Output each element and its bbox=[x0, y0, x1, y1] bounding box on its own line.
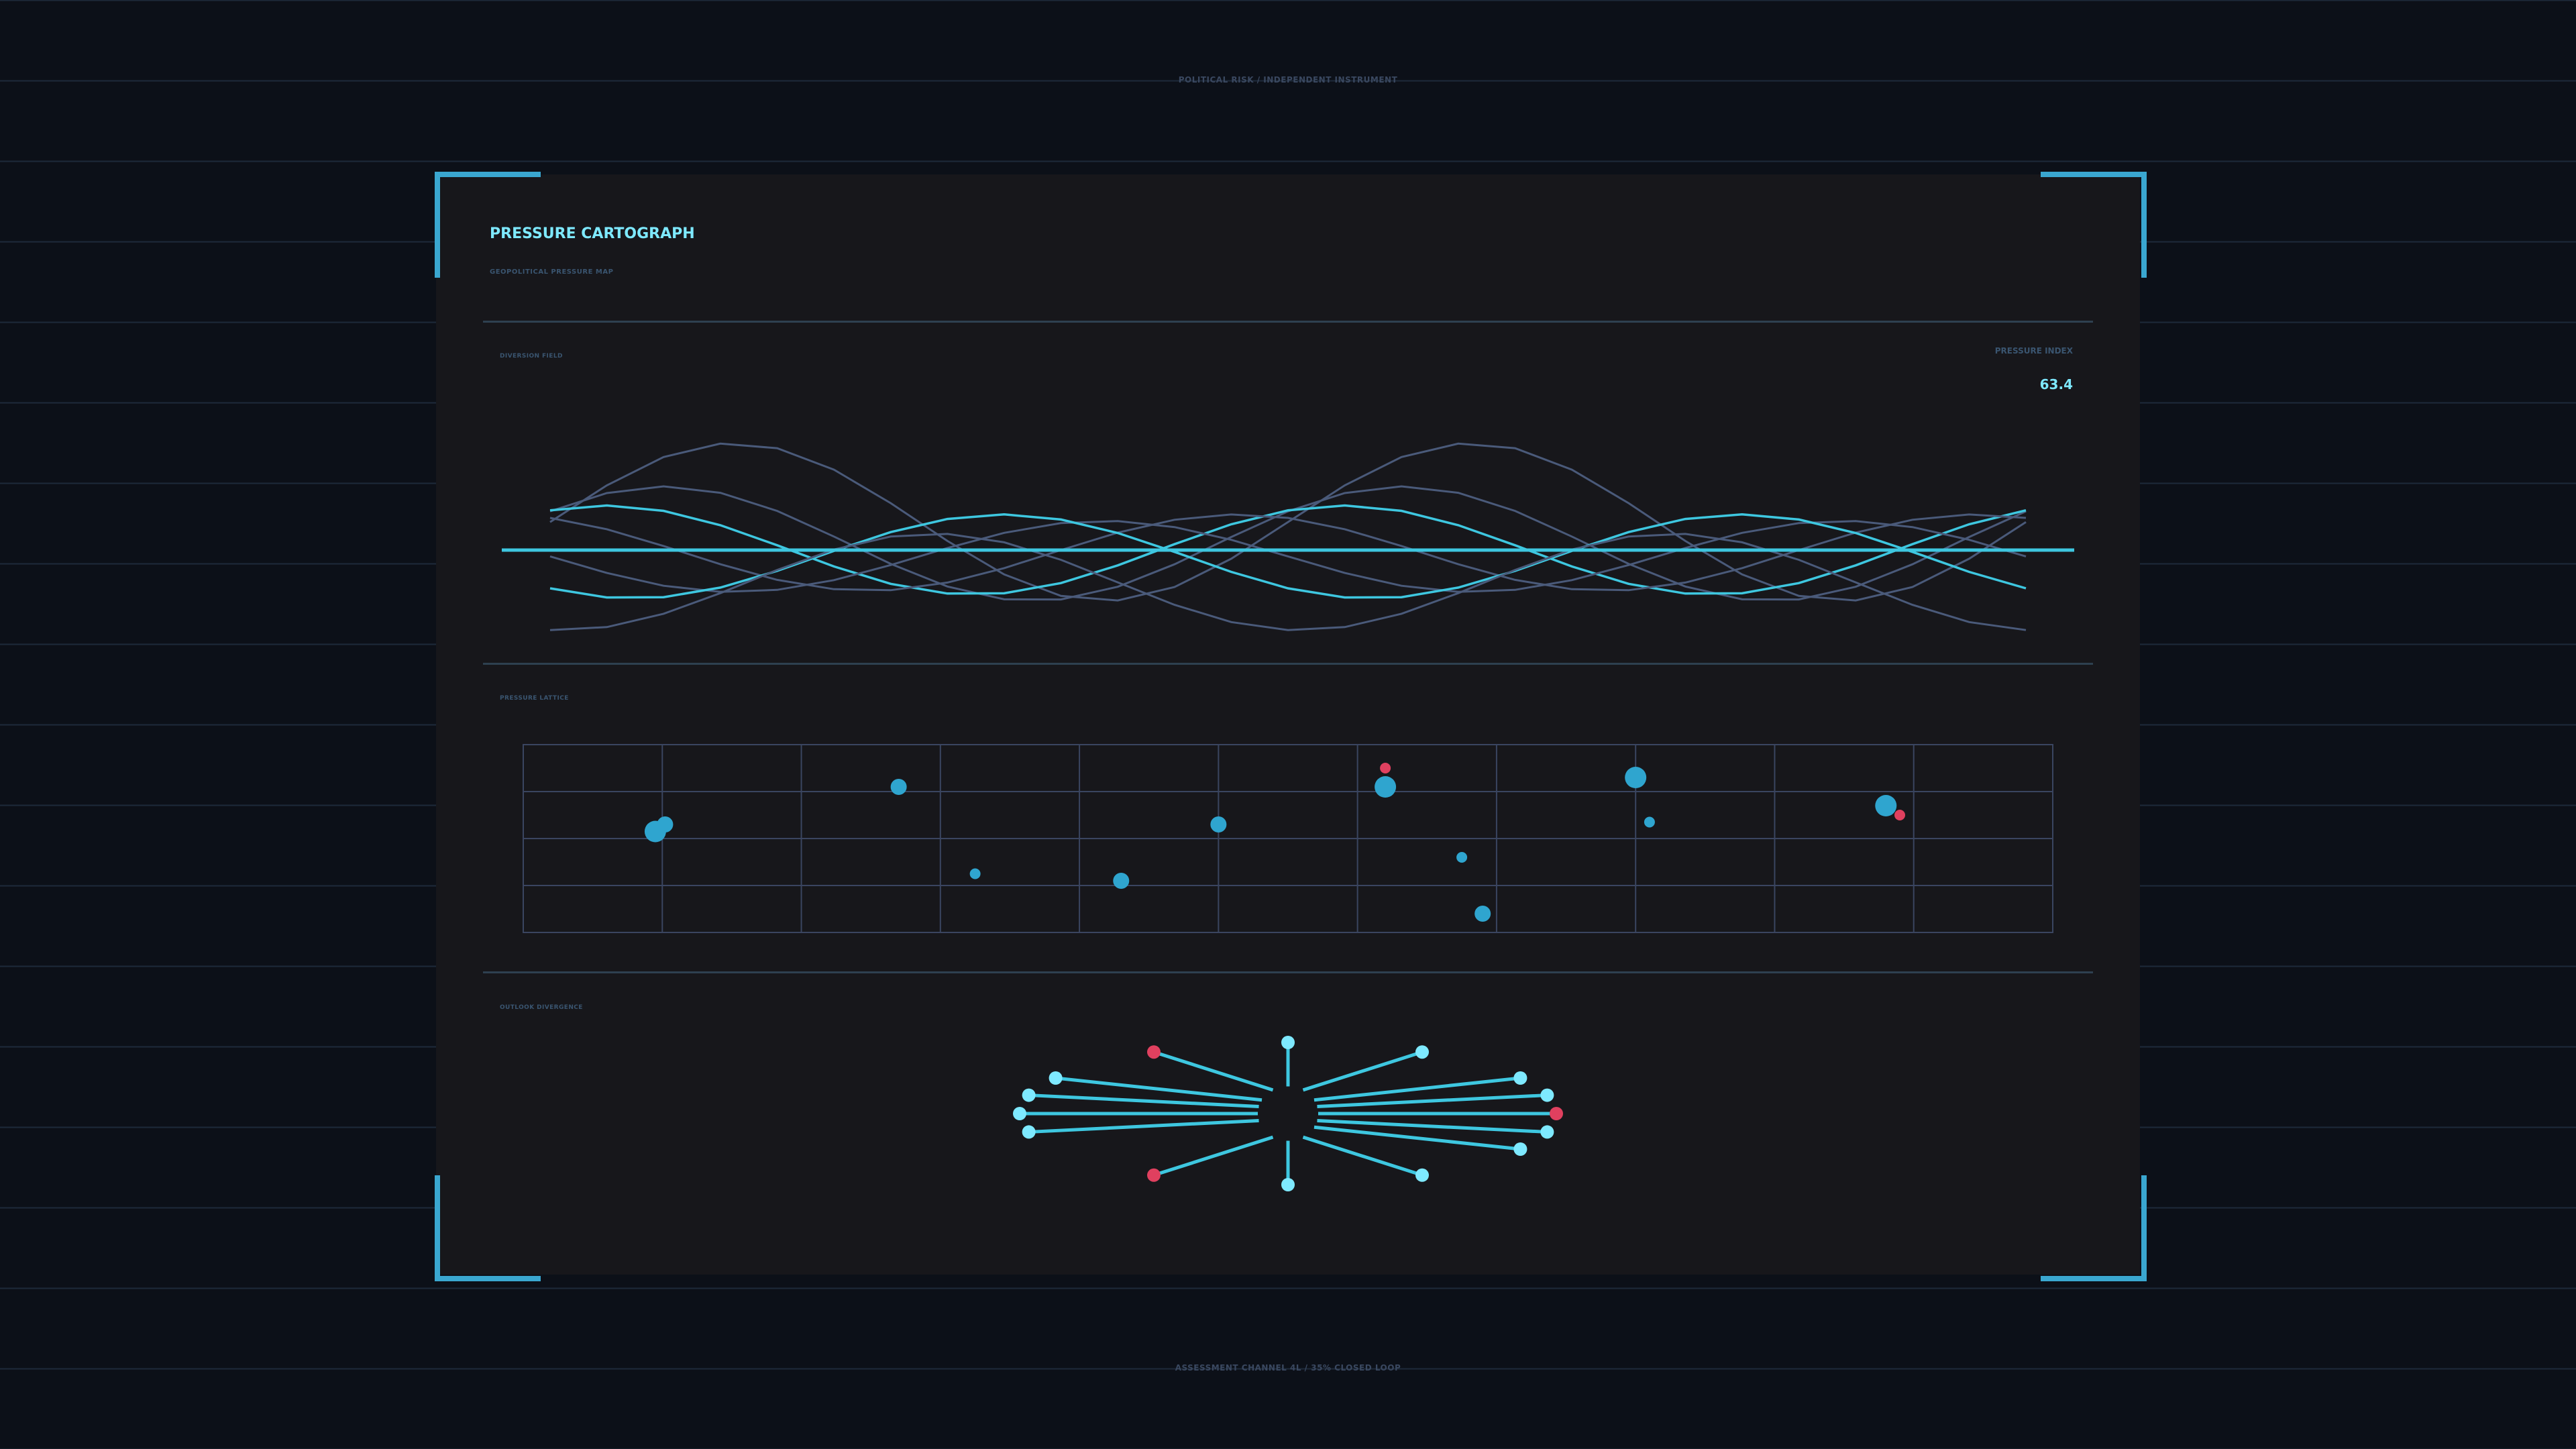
bottom-caption: ASSESSMENT CHANNEL 4L / 35% CLOSED LOOP bbox=[1175, 1363, 1401, 1373]
burst-node bbox=[1281, 1178, 1295, 1191]
burst-spoke bbox=[1302, 1135, 1423, 1177]
outlook-divergence-chart bbox=[1013, 1036, 1563, 1191]
burst-node bbox=[1540, 1125, 1554, 1139]
burst-spoke bbox=[1153, 1135, 1274, 1177]
burst-spoke bbox=[1302, 1050, 1423, 1092]
burst-node bbox=[1415, 1168, 1429, 1182]
burst-node bbox=[1049, 1071, 1063, 1085]
burst-node bbox=[1147, 1168, 1161, 1182]
burst-node bbox=[1022, 1088, 1036, 1102]
instrument-screen: POLITICAL RISK / INDEPENDENT INSTRUMENT … bbox=[0, 0, 2576, 1449]
burst-node bbox=[1022, 1125, 1036, 1139]
burst-node bbox=[1513, 1071, 1527, 1085]
burst-node bbox=[1540, 1088, 1554, 1102]
burst-node bbox=[1513, 1142, 1527, 1156]
burst-node bbox=[1013, 1107, 1026, 1120]
burst-node bbox=[1550, 1107, 1563, 1120]
burst-spoke bbox=[1153, 1050, 1274, 1092]
burst-spoke bbox=[1028, 1118, 1259, 1134]
burst-node bbox=[1415, 1045, 1429, 1059]
burst-node bbox=[1281, 1036, 1295, 1049]
burst-node bbox=[1147, 1045, 1161, 1059]
